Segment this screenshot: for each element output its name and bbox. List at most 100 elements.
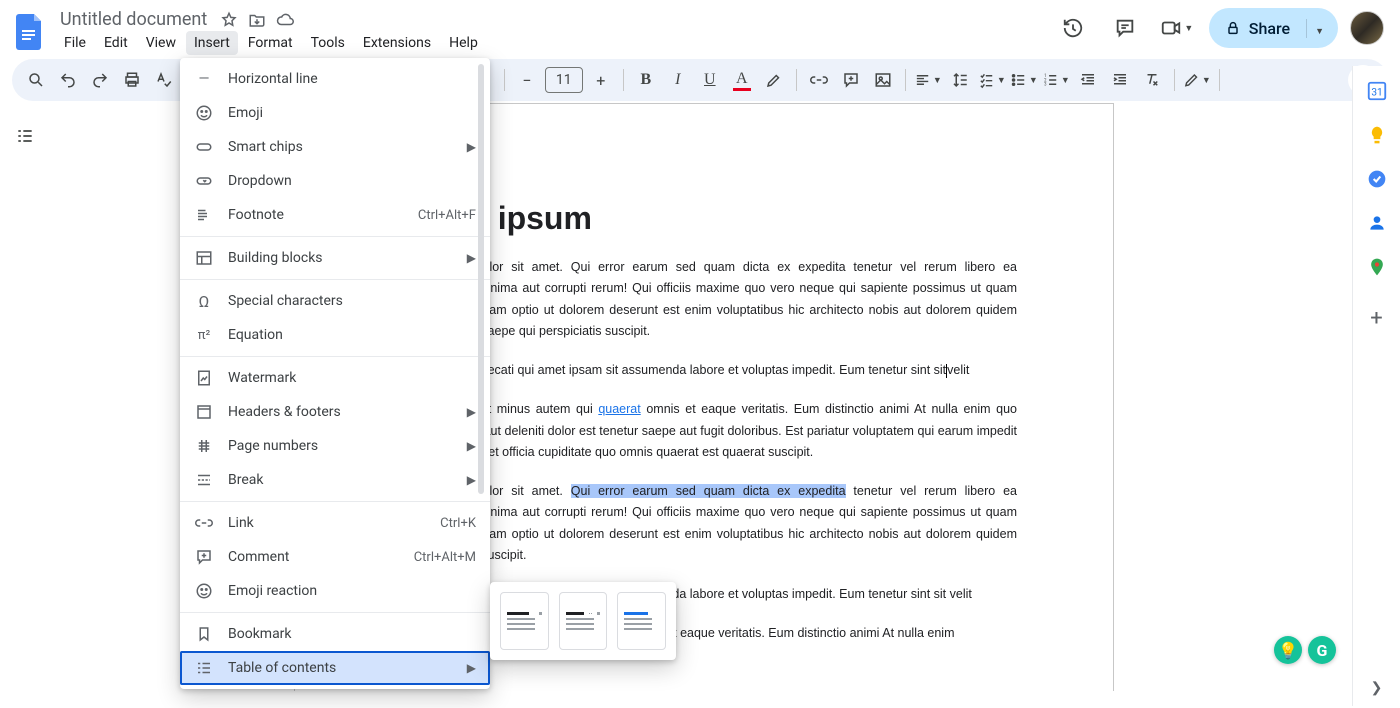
comments-icon[interactable] [1105,8,1145,48]
mi-bookmark[interactable]: Bookmark [180,617,490,651]
toc-icon [194,658,214,678]
numbered-list-icon[interactable]: 123▼ [1042,66,1070,94]
grammarly-lamp-icon[interactable]: 💡 [1274,636,1302,664]
svg-text:3: 3 [1044,83,1047,88]
italic-button[interactable]: I [664,66,692,94]
menu-edit[interactable]: Edit [96,31,136,55]
cloud-status-icon[interactable] [275,10,295,30]
insert-menu-dropdown: ―Horizontal line Emoji Smart chips▶ Drop… [180,58,490,689]
mi-emoji-reaction[interactable]: Emoji reaction [180,574,490,608]
doc-title[interactable]: Untitled document [56,8,211,31]
grammarly-icon[interactable]: G [1308,636,1336,664]
maps-app-icon[interactable] [1366,256,1388,278]
footnote-icon [194,205,214,225]
dropdown-icon [194,171,214,191]
editing-mode-button[interactable]: ▼ [1183,66,1211,94]
insert-image-icon[interactable] [869,66,897,94]
history-icon[interactable] [1053,8,1093,48]
mi-comment[interactable]: CommentCtrl+Alt+M [180,540,490,574]
toc-submenu [490,582,676,660]
font-size-input[interactable]: 11 [545,67,583,93]
mi-headers-footers[interactable]: Headers & footers▶ [180,395,490,429]
keep-app-icon[interactable] [1366,124,1388,146]
headers-icon [194,402,214,422]
mi-link[interactable]: LinkCtrl+K [180,506,490,540]
bulleted-list-icon[interactable]: ▼ [1010,66,1038,94]
mi-special-characters[interactable]: ΩSpecial characters [180,284,490,318]
submenu-arrow-icon: ▶ [467,251,476,265]
indent-increase-icon[interactable] [1106,66,1134,94]
mi-table-of-contents[interactable]: Table of contents▶ [180,651,490,685]
mi-break[interactable]: Break▶ [180,463,490,497]
insert-link-icon[interactable] [805,66,833,94]
mi-page-numbers[interactable]: Page numbers▶ [180,429,490,463]
toc-option-dotted[interactable] [559,592,608,650]
menu-insert[interactable]: Insert [186,31,238,55]
font-size-increase[interactable]: + [587,66,615,94]
line-spacing-icon[interactable] [946,66,974,94]
bold-button[interactable]: B [632,66,660,94]
docs-logo[interactable] [12,14,48,50]
contacts-app-icon[interactable] [1366,212,1388,234]
checklist-icon[interactable]: ▼ [978,66,1006,94]
mi-emoji[interactable]: Emoji [180,96,490,130]
lock-icon [1225,20,1241,36]
tasks-app-icon[interactable] [1366,168,1388,190]
mi-smart-chips[interactable]: Smart chips▶ [180,130,490,164]
menu-tools[interactable]: Tools [303,31,353,55]
side-panel: 31 + ❯ [1352,66,1400,706]
mi-dropdown[interactable]: Dropdown [180,164,490,198]
menu-file[interactable]: File [56,31,94,55]
break-icon [194,470,214,490]
add-comment-icon[interactable] [837,66,865,94]
share-button[interactable]: Share ▼ [1209,8,1338,48]
menu-format[interactable]: Format [240,31,301,55]
page-numbers-icon [194,436,214,456]
selected-text: Qui error earum sed quam dicta ex expedi… [571,484,846,498]
menu-extensions[interactable]: Extensions [355,31,439,55]
watermark-icon [194,368,214,388]
equation-icon: π² [194,325,214,345]
hide-sidepanel-icon[interactable]: ❯ [1371,680,1383,696]
toc-option-links[interactable] [617,592,666,650]
smart-chips-icon [194,137,214,157]
spellcheck-icon[interactable] [150,66,178,94]
horizontal-line-icon: ― [194,69,214,89]
align-button[interactable]: ▼ [914,66,942,94]
mi-equation[interactable]: π²Equation [180,318,490,352]
doc-link[interactable]: quaerat [598,402,640,416]
get-addons-icon[interactable]: + [1370,306,1382,331]
redo-icon[interactable] [86,66,114,94]
meet-button[interactable]: ▼ [1157,8,1197,48]
star-icon[interactable] [219,10,239,30]
submenu-arrow-icon: ▶ [467,473,476,487]
indent-decrease-icon[interactable] [1074,66,1102,94]
svg-text:31: 31 [1371,88,1382,99]
omega-icon: Ω [194,291,214,311]
link-icon [194,513,214,533]
underline-button[interactable]: U [696,66,724,94]
mi-watermark[interactable]: Watermark [180,361,490,395]
share-caret-icon[interactable]: ▼ [1306,19,1324,38]
calendar-app-icon[interactable]: 31 [1366,80,1388,102]
text-color-button[interactable]: A [728,66,756,94]
submenu-arrow-icon: ▶ [467,405,476,419]
mi-footnote[interactable]: FootnoteCtrl+Alt+F [180,198,490,232]
avatar[interactable] [1350,11,1384,45]
building-blocks-icon [194,248,214,268]
print-icon[interactable] [118,66,146,94]
toc-option-plain[interactable] [500,592,549,650]
mi-building-blocks[interactable]: Building blocks▶ [180,241,490,275]
emoji-icon [194,103,214,123]
menu-view[interactable]: View [138,31,184,55]
font-size-decrease[interactable]: − [513,66,541,94]
submenu-arrow-icon: ▶ [467,439,476,453]
clear-formatting-icon[interactable] [1138,66,1166,94]
search-icon[interactable] [22,66,50,94]
outline-toggle-icon[interactable] [10,121,40,151]
move-icon[interactable] [247,10,267,30]
undo-icon[interactable] [54,66,82,94]
mi-horizontal-line[interactable]: ―Horizontal line [180,62,490,96]
highlight-button[interactable] [760,66,788,94]
menu-help[interactable]: Help [441,31,486,55]
